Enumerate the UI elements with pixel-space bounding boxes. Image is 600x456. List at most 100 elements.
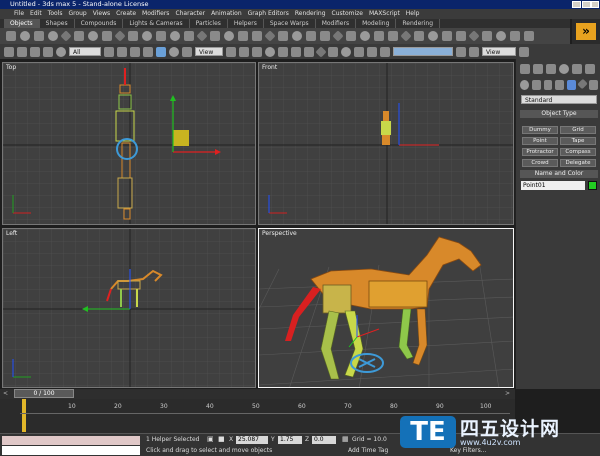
select-object-icon[interactable]	[104, 46, 114, 57]
sphere-icon[interactable]	[20, 31, 30, 41]
particle-icon[interactable]	[428, 31, 438, 41]
viewport-top-label[interactable]: Top	[6, 64, 16, 71]
window-crossing-icon[interactable]	[143, 46, 153, 57]
chevron-right-icon[interactable]: »	[576, 23, 596, 40]
hose-icon[interactable]	[306, 31, 316, 41]
systems-icon[interactable]	[589, 80, 599, 90]
menu-graph-editors[interactable]: Graph Editors	[248, 9, 289, 19]
utilities-panel-icon[interactable]	[585, 64, 595, 74]
menu-edit[interactable]: Edit	[30, 9, 42, 19]
tab-rendering[interactable]: Rendering	[396, 19, 441, 28]
capsule-icon[interactable]	[252, 31, 262, 41]
menu-tools[interactable]: Tools	[48, 9, 63, 19]
gengon-icon[interactable]	[196, 30, 208, 42]
boolean-icon[interactable]	[442, 31, 452, 41]
dummy-button[interactable]: Dummy	[522, 126, 558, 134]
tape-button[interactable]: Tape	[560, 137, 596, 145]
undo-icon[interactable]	[4, 46, 14, 57]
motion-panel-icon[interactable]	[559, 64, 569, 74]
render-scene-icon[interactable]	[354, 46, 364, 57]
prism-icon[interactable]	[210, 31, 220, 41]
rectangular-selection-icon[interactable]	[130, 46, 140, 57]
maxscript-listener-field[interactable]	[2, 436, 140, 445]
pyramid-icon[interactable]	[114, 30, 126, 42]
name-color-rollout[interactable]: Name and Color	[520, 170, 598, 178]
modify-panel-icon[interactable]	[533, 64, 543, 74]
unlink-icon[interactable]	[43, 46, 53, 57]
delegate-button[interactable]: Delegate	[560, 159, 596, 167]
tab-modifiers[interactable]: Modifiers	[316, 19, 357, 28]
torusknot-icon[interactable]	[224, 31, 234, 41]
menu-rendering[interactable]: Rendering	[295, 9, 326, 19]
active-shade-icon[interactable]	[469, 46, 479, 57]
quick-render-icon[interactable]	[367, 46, 377, 57]
time-slider-track[interactable]: < 0 / 100 >	[0, 389, 515, 399]
loft-icon[interactable]	[456, 31, 466, 41]
helpers-icon[interactable]	[567, 80, 577, 90]
lights-icon[interactable]	[543, 80, 553, 90]
compass-button[interactable]: Compass	[560, 148, 596, 156]
menu-customize[interactable]: Customize	[332, 9, 364, 19]
maxscript-input-field[interactable]	[2, 446, 140, 455]
viewport-top[interactable]: Top	[2, 62, 256, 225]
viewport-left-label[interactable]: Left	[6, 230, 17, 237]
box-icon[interactable]	[6, 31, 16, 41]
chamfercyl-icon[interactable]	[238, 31, 248, 41]
select-by-name-icon[interactable]	[117, 46, 127, 57]
door-icon[interactable]	[320, 31, 330, 41]
patch-icon[interactable]	[400, 30, 412, 42]
render-icon[interactable]	[519, 46, 529, 57]
mirror-icon[interactable]	[239, 46, 249, 57]
schematic-view-icon[interactable]	[328, 46, 338, 57]
teapot-icon[interactable]	[60, 30, 72, 42]
x-coordinate-field[interactable]: 25.087	[236, 436, 268, 444]
bind-space-warp-icon[interactable]	[56, 46, 66, 57]
selection-filter-dropdown[interactable]: All	[69, 47, 101, 56]
percent-snap-icon[interactable]	[291, 46, 301, 57]
category-dropdown[interactable]: Standard	[521, 95, 597, 104]
slider-left-arrow-icon[interactable]: <	[3, 390, 8, 397]
oiltank-icon[interactable]	[170, 31, 180, 41]
slider-right-arrow-icon[interactable]: >	[505, 390, 510, 397]
hedra-icon[interactable]	[142, 31, 152, 41]
material-editor-icon[interactable]	[341, 46, 351, 57]
current-frame-marker[interactable]	[22, 399, 26, 432]
viewport-front-label[interactable]: Front	[262, 64, 277, 71]
scale-icon[interactable]	[182, 46, 192, 57]
hierarchy-panel-icon[interactable]	[546, 64, 556, 74]
lock-icon[interactable]: ▣	[207, 435, 214, 443]
viewport-perspective-label[interactable]: Perspective	[262, 230, 297, 237]
cylinder-icon[interactable]	[34, 31, 44, 41]
tab-helpers[interactable]: Helpers	[228, 19, 264, 28]
redo-icon[interactable]	[17, 46, 27, 57]
space-warps-icon[interactable]	[577, 78, 588, 90]
scatter-icon[interactable]	[468, 30, 480, 42]
z-coordinate-field[interactable]: 0.0	[312, 436, 336, 444]
angle-snap-icon[interactable]	[278, 46, 288, 57]
reference-coordinate-dropdown[interactable]: View	[195, 47, 223, 56]
tab-particles[interactable]: Particles	[190, 19, 228, 28]
tab-modeling[interactable]: Modeling	[356, 19, 397, 28]
move-icon[interactable]	[156, 46, 166, 57]
rotate-icon[interactable]	[169, 46, 179, 57]
align-icon[interactable]	[252, 46, 262, 57]
object-color-swatch[interactable]	[588, 181, 597, 190]
viewport-perspective[interactable]: Perspective	[258, 228, 514, 388]
mesher-icon[interactable]	[524, 31, 534, 41]
window-icon[interactable]	[332, 30, 344, 42]
chamferbox-icon[interactable]	[156, 31, 166, 41]
menu-create[interactable]: Create	[116, 9, 136, 19]
viewport-left[interactable]: Left	[2, 228, 256, 388]
stairs-icon[interactable]	[346, 31, 356, 41]
absolute-mode-icon[interactable]: ■	[218, 435, 225, 443]
tab-objects[interactable]: Objects	[4, 19, 40, 28]
curve-editor-icon[interactable]	[315, 45, 327, 58]
time-slider[interactable]: 0 / 100	[14, 389, 74, 398]
plane-icon[interactable]	[128, 31, 138, 41]
terrain-icon[interactable]	[510, 31, 520, 41]
point-button[interactable]: Point	[522, 137, 558, 145]
menu-animation[interactable]: Animation	[211, 9, 242, 19]
spinner-snap-icon[interactable]	[304, 46, 314, 57]
ringwave-icon[interactable]	[292, 31, 302, 41]
foliage-icon[interactable]	[360, 31, 370, 41]
